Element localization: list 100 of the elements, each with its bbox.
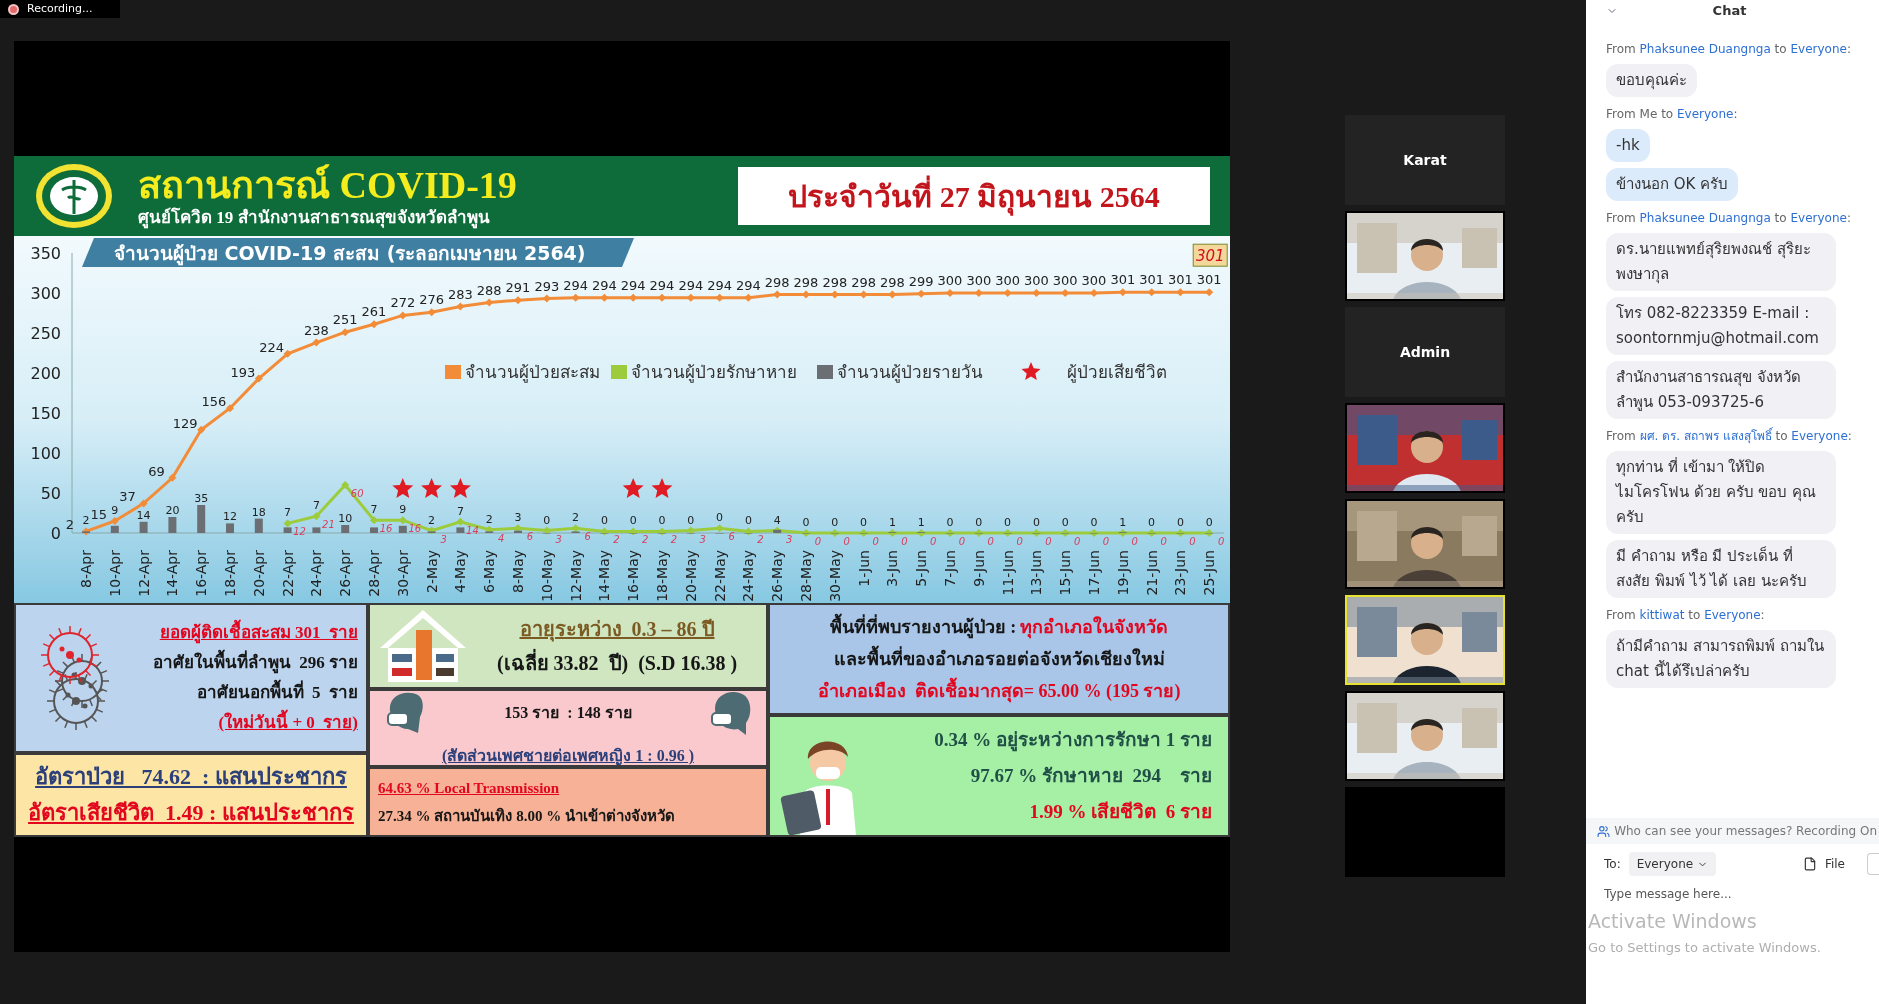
x-tick-label: 30-May <box>826 550 843 602</box>
data-label: 0 <box>814 536 822 547</box>
data-label: 6 <box>584 531 591 543</box>
data-label: 2 <box>428 513 436 527</box>
message-input[interactable]: Type message here... <box>1604 884 1861 904</box>
notice-text: Who can see your messages? Recording On <box>1614 823 1877 840</box>
panel-text: 153 ราย : 148 ราย <box>504 703 632 723</box>
diamond-marker <box>802 290 810 299</box>
slide-title: สถานการณ์ COVID-19 <box>138 163 518 207</box>
data-label: 301 <box>1110 272 1136 288</box>
legend-label: จำนวนผู้ป่วยรายวัน <box>837 362 983 383</box>
data-label: 21 <box>322 519 335 531</box>
data-label: 16 <box>408 523 422 535</box>
data-label: 0 <box>629 514 637 528</box>
x-tick-label: 24-Apr <box>308 549 325 597</box>
diamond-marker <box>600 293 609 302</box>
data-label: 0 <box>1061 516 1069 529</box>
diamond-marker <box>197 425 206 434</box>
panel-text: และพื้นที่ของอำเภอรอยต่อจังหวัดเชียงใหม่ <box>833 643 1165 675</box>
x-tick-label: 10-Apr <box>106 549 123 597</box>
diamond-marker <box>744 293 753 302</box>
data-label: 301 <box>1168 272 1193 288</box>
data-label: 300 <box>995 273 1020 288</box>
data-label: 37 <box>119 489 136 505</box>
video-tile[interactable] <box>1345 787 1505 877</box>
diamond-marker <box>514 296 522 305</box>
daily-bar <box>168 517 177 533</box>
message-header: From Phaksunee Duangnga to Everyone: <box>1606 210 1852 227</box>
data-label: 2 <box>572 511 580 525</box>
x-tick-label: 8-May <box>510 550 526 593</box>
star-marker <box>622 478 644 498</box>
data-label: 9 <box>399 503 407 517</box>
diamond-marker <box>514 524 522 533</box>
x-tick-label: 15-Jun <box>1057 550 1074 596</box>
data-label: 0 <box>1160 536 1167 547</box>
legend-item: จำนวนผู้ป่วยรายวัน <box>817 362 983 382</box>
activation-detail: Go to Settings to activate Windows. <box>1588 939 1821 957</box>
recipient-dropdown[interactable]: Everyone <box>1628 852 1717 876</box>
data-label: 69 <box>148 463 165 479</box>
data-label: 0 <box>831 516 839 529</box>
diamond-marker <box>254 374 263 383</box>
data-label: 2 <box>82 514 90 528</box>
x-tick-label: 16-Apr <box>193 549 210 597</box>
diamond-marker <box>686 293 695 302</box>
file-button[interactable]: File <box>1802 855 1845 873</box>
diamond-marker <box>1003 289 1012 297</box>
value-callout: 301 <box>1192 243 1228 267</box>
visibility-notice[interactable]: Who can see your messages? Recording On <box>1586 818 1879 844</box>
data-label: 0 <box>872 536 879 547</box>
panel-text: 64.63 % Local Transmission <box>378 779 560 798</box>
video-tile[interactable]: Admin <box>1345 307 1505 397</box>
daily-bar <box>283 527 292 533</box>
data-label: 294 <box>620 277 646 293</box>
diamond-marker <box>283 349 292 358</box>
data-label: 2 <box>642 534 649 546</box>
video-tile[interactable]: Karat <box>1345 115 1505 205</box>
slide-subtitle: ศูนย์โควิด 19 สำนักงานสาธารณสุขจังหวัดลำพูน <box>138 207 491 229</box>
panel-text: พื้นที่ที่พบรายงานผู้ป่วย : <box>829 611 1017 643</box>
legend-item: จำนวนผู้ป่วยรักษาหาย <box>611 362 797 382</box>
activation-title: Activate Windows <box>1588 910 1758 932</box>
diamond-marker <box>773 290 782 299</box>
data-label: 4 <box>498 532 505 544</box>
diamond-marker <box>1147 288 1156 297</box>
diamond-marker <box>139 499 148 508</box>
data-label: 3 <box>555 533 562 545</box>
panel-text: อัตราป่วย 74.62 : แสนประชากร <box>35 763 347 791</box>
x-tick-label: 18-Apr <box>222 549 238 597</box>
data-label: 2 <box>757 534 764 546</box>
data-label: 10 <box>338 512 353 525</box>
panel-text: 1.99 % เสียชีวิต 6 ราย <box>1029 800 1212 824</box>
data-label: 293 <box>534 278 560 294</box>
x-tick-label: 11-Jun <box>999 550 1016 596</box>
message-bubble: ถ้ามีคำถาม สามารถพิมพ์ ถามใน chat นี้ได้รึเปล่าครับ <box>1606 630 1836 688</box>
x-tick-label: 16-May <box>625 550 642 602</box>
data-label: 0 <box>1218 536 1225 547</box>
data-label: 6 <box>526 531 534 543</box>
data-label: 0 <box>1032 516 1040 529</box>
diamond-marker <box>312 512 321 521</box>
data-label: 283 <box>448 286 473 302</box>
data-label: 298 <box>880 274 905 290</box>
data-label: 0 <box>802 516 810 529</box>
data-label: 300 <box>966 273 992 288</box>
data-label: 0 <box>1148 516 1156 529</box>
to-label: To: <box>1604 856 1621 873</box>
data-label: 3 <box>514 511 522 525</box>
y-tick-label: 300 <box>30 284 61 303</box>
data-label: 294 <box>736 277 761 293</box>
panel-text: อาศัยในพื้นที่ลำพูน 296 ราย <box>152 648 358 678</box>
diamond-marker <box>1032 289 1041 297</box>
panel-text: 0.34 % อยู่ระหว่างการรักษา 1 ราย <box>934 728 1212 754</box>
data-label: 291 <box>505 280 531 296</box>
diamond-marker <box>370 516 378 525</box>
x-tick-label: 30-Apr <box>394 549 411 597</box>
diamond-marker <box>542 526 551 535</box>
data-label: 299 <box>908 273 934 289</box>
data-label: 251 <box>332 312 358 328</box>
data-label: 0 <box>744 514 752 528</box>
data-label: 300 <box>1052 273 1078 288</box>
diamond-marker <box>312 338 321 347</box>
panel-text: อายุระหว่าง 0.3 – 86 ปี <box>519 617 715 644</box>
